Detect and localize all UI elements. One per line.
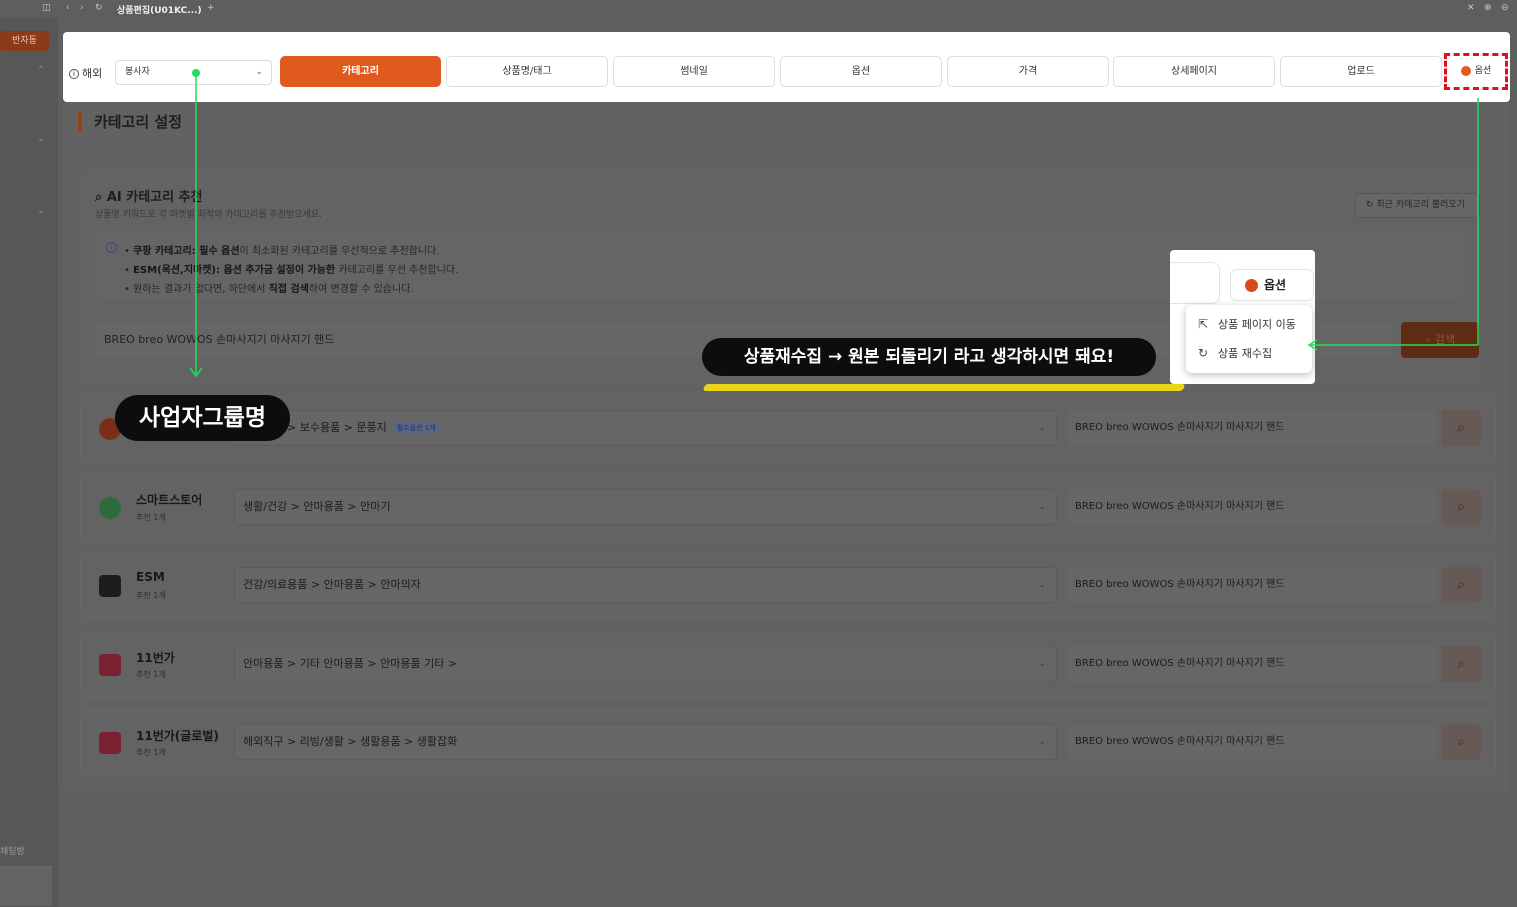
annotation-arrows bbox=[189, 69, 1479, 378]
arrow-dot bbox=[192, 69, 200, 77]
callout-business-group: 사업자그룹명 bbox=[115, 395, 290, 441]
callout-recollect-note: 상품재수집 → 원본 되돌리기 라고 생각하시면 돼요! bbox=[702, 338, 1156, 376]
highlight-stroke bbox=[702, 384, 1186, 391]
